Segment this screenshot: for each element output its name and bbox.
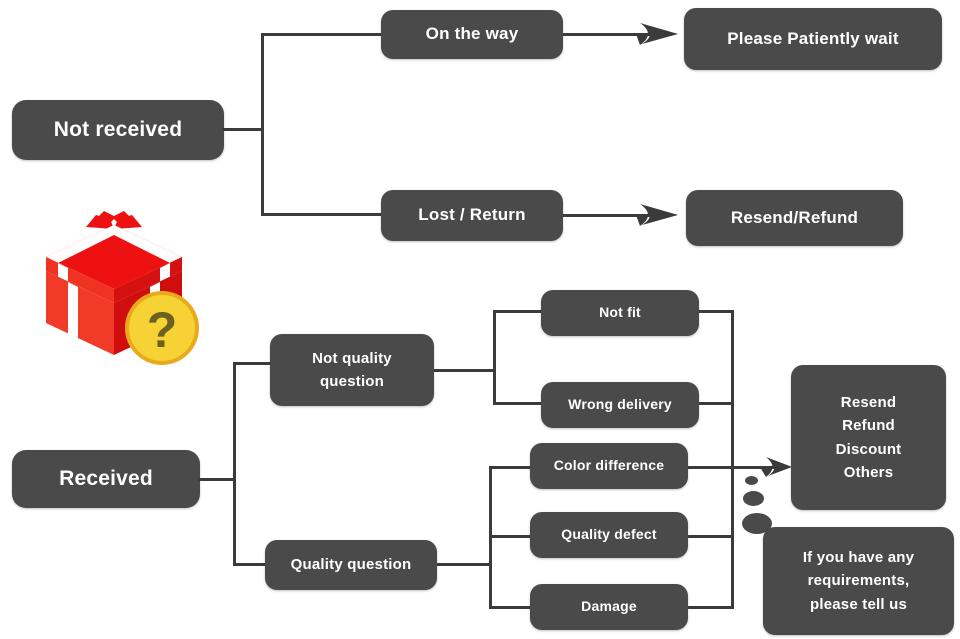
- connector-received-stem: [198, 478, 236, 481]
- node-outcomes[interactable]: Resend Refund Discount Others: [791, 365, 946, 510]
- node-outcomes-label-discount: Discount: [835, 440, 902, 458]
- connector-not-received-to-on-the-way: [261, 33, 383, 36]
- node-requirements-note-line3: please tell us: [809, 595, 907, 613]
- node-received-label: Received: [59, 466, 153, 490]
- node-on-the-way[interactable]: On the way: [381, 10, 563, 59]
- connector-not-received-spine: [261, 33, 264, 216]
- speech-bubble-tail-icon-dot-1: [745, 476, 758, 485]
- arrow-right-icon-on-the-way: [634, 21, 682, 47]
- connector-quality-to-color-difference: [489, 466, 533, 469]
- node-outcomes-label-resend: Resend: [840, 394, 897, 411]
- connector-wrong-delivery-out: [699, 402, 734, 405]
- connector-received-spine: [233, 362, 236, 566]
- node-quality-defect-label: Quality defect: [561, 526, 657, 543]
- node-outcomes-label-refund: Refund: [842, 417, 895, 435]
- node-requirements-note[interactable]: If you have any requirements, please tel…: [763, 527, 954, 635]
- question-mark-badge-icon: ?: [123, 289, 201, 367]
- node-resend-refund[interactable]: Resend/Refund: [686, 190, 903, 246]
- node-please-patiently-wait[interactable]: Please Patiently wait: [684, 8, 942, 70]
- connector-damage-out: [688, 606, 734, 609]
- connector-not-quality-stem: [434, 369, 496, 372]
- connector-not-received-stem: [222, 128, 264, 131]
- node-color-difference-label: Color difference: [553, 457, 665, 474]
- node-lost-return[interactable]: Lost / Return: [381, 190, 563, 241]
- svg-text:?: ?: [147, 302, 178, 358]
- node-quality-question-label: Quality question: [290, 556, 412, 574]
- node-not-quality-question[interactable]: Not quality question: [270, 334, 434, 406]
- connector-color-difference-out: [688, 466, 734, 469]
- node-not-quality-question-label-line2: question: [319, 373, 385, 390]
- node-lost-return-label: Lost / Return: [418, 205, 526, 225]
- node-damage-label: Damage: [581, 598, 637, 615]
- connector-not-quality-spine: [493, 310, 496, 405]
- speech-bubble-tail-icon-dot-2: [743, 491, 764, 506]
- connector-quality-stem: [437, 563, 492, 566]
- node-quality-question[interactable]: Quality question: [265, 540, 437, 590]
- node-not-received[interactable]: Not received: [12, 100, 224, 160]
- connector-quality-to-quality-defect: [489, 535, 533, 538]
- node-color-difference[interactable]: Color difference: [530, 443, 688, 489]
- connector-not-quality-to-wrong-delivery: [493, 402, 543, 405]
- node-not-fit-label: Not fit: [599, 304, 641, 321]
- node-not-quality-question-label-line1: Not quality: [312, 349, 392, 367]
- flowchart-canvas: Not received On the way Please Patiently…: [0, 0, 960, 639]
- node-not-received-label: Not received: [53, 117, 183, 141]
- node-quality-defect[interactable]: Quality defect: [530, 512, 688, 558]
- node-please-patiently-wait-label: Please Patiently wait: [727, 28, 899, 48]
- node-received[interactable]: Received: [12, 450, 200, 508]
- connector-not-fit-out: [699, 310, 734, 313]
- node-wrong-delivery[interactable]: Wrong delivery: [541, 382, 699, 428]
- node-wrong-delivery-label: Wrong delivery: [568, 396, 672, 413]
- node-not-fit[interactable]: Not fit: [541, 290, 699, 336]
- connector-received-to-not-quality: [233, 362, 273, 365]
- connector-quality-to-damage: [489, 606, 533, 609]
- arrow-right-icon-lost-return: [634, 202, 682, 228]
- node-requirements-note-line2: requirements,: [807, 572, 910, 590]
- node-requirements-note-line1: If you have any: [802, 549, 915, 567]
- connector-quality-defect-out: [688, 535, 734, 538]
- node-on-the-way-label: On the way: [425, 24, 519, 44]
- node-outcomes-label-others: Others: [843, 463, 894, 481]
- connector-not-received-to-lost-return: [261, 213, 383, 216]
- connector-outcomes-spine: [731, 310, 734, 609]
- node-resend-refund-label: Resend/Refund: [730, 207, 859, 227]
- connector-not-quality-to-not-fit: [493, 310, 543, 313]
- node-damage[interactable]: Damage: [530, 584, 688, 630]
